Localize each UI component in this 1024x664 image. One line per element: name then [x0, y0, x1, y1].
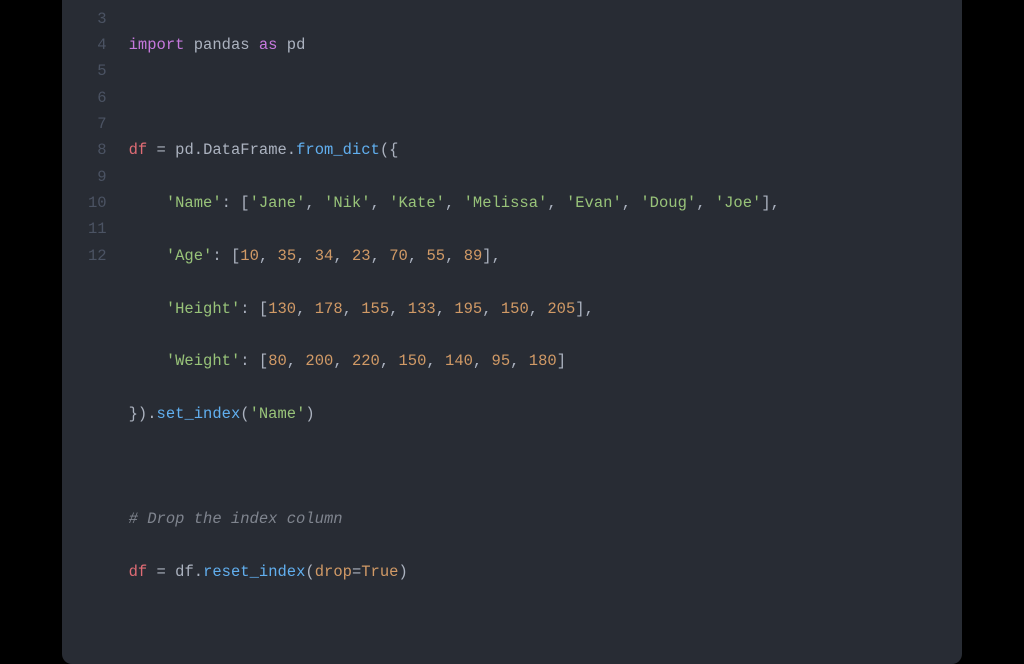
variable: df	[129, 563, 148, 581]
line-number: 6	[88, 85, 107, 111]
code-line: 'Weight': [80, 200, 220, 150, 140, 95, 1…	[129, 348, 780, 374]
code-line: # Drop a Pandas Dataframe Index Column (…	[129, 0, 780, 6]
line-number: 7	[88, 111, 107, 137]
operator: =	[157, 141, 166, 159]
keyword: as	[259, 36, 278, 54]
code-line	[129, 454, 780, 480]
line-number: 11	[88, 216, 107, 242]
method: reset_index	[203, 563, 305, 581]
object: pd	[175, 141, 194, 159]
editor: 1 2 3 4 5 6 7 8 9 10 11 12 # Drop a Pand…	[88, 0, 936, 638]
line-number: 5	[88, 58, 107, 84]
code-line: 'Name': ['Jane', 'Nik', 'Kate', 'Melissa…	[129, 190, 780, 216]
line-number: 3	[88, 6, 107, 32]
keyword: import	[129, 36, 185, 54]
boolean: True	[361, 563, 398, 581]
line-number: 4	[88, 32, 107, 58]
code-line: # Drop the index column	[129, 506, 780, 532]
class: DataFrame	[203, 141, 287, 159]
comment: # Drop the index column	[129, 510, 343, 528]
method: set_index	[157, 405, 241, 423]
operator: =	[157, 563, 166, 581]
code-line: }).set_index('Name')	[129, 401, 780, 427]
code-line: df = df.reset_index(drop=True)	[129, 559, 780, 585]
code-line: df = pd.DataFrame.from_dict({	[129, 137, 780, 163]
dict-key: 'Weight'	[166, 352, 240, 370]
dict-key: 'Age'	[166, 247, 213, 265]
line-number: 9	[88, 164, 107, 190]
line-number: 12	[88, 243, 107, 269]
object: df	[175, 563, 194, 581]
comment: # Drop a Pandas Dataframe Index Column (…	[129, 0, 594, 1]
kwarg: drop	[315, 563, 352, 581]
dict-key: 'Name'	[166, 194, 222, 212]
method: from_dict	[296, 141, 380, 159]
alias: pd	[287, 36, 306, 54]
code-line: 'Age': [10, 35, 34, 23, 70, 55, 89],	[129, 243, 780, 269]
code-content[interactable]: # Drop a Pandas Dataframe Index Column (…	[129, 0, 780, 638]
dict-key: 'Height'	[166, 300, 240, 318]
code-window: 1 2 3 4 5 6 7 8 9 10 11 12 # Drop a Pand…	[62, 0, 962, 664]
code-line: 'Height': [130, 178, 155, 133, 195, 150,…	[129, 296, 780, 322]
line-numbers: 1 2 3 4 5 6 7 8 9 10 11 12	[88, 0, 129, 638]
code-line: import pandas as pd	[129, 32, 780, 58]
line-number: 8	[88, 137, 107, 163]
code-line	[129, 85, 780, 111]
variable: df	[129, 141, 148, 159]
line-number: 10	[88, 190, 107, 216]
module: pandas	[194, 36, 250, 54]
